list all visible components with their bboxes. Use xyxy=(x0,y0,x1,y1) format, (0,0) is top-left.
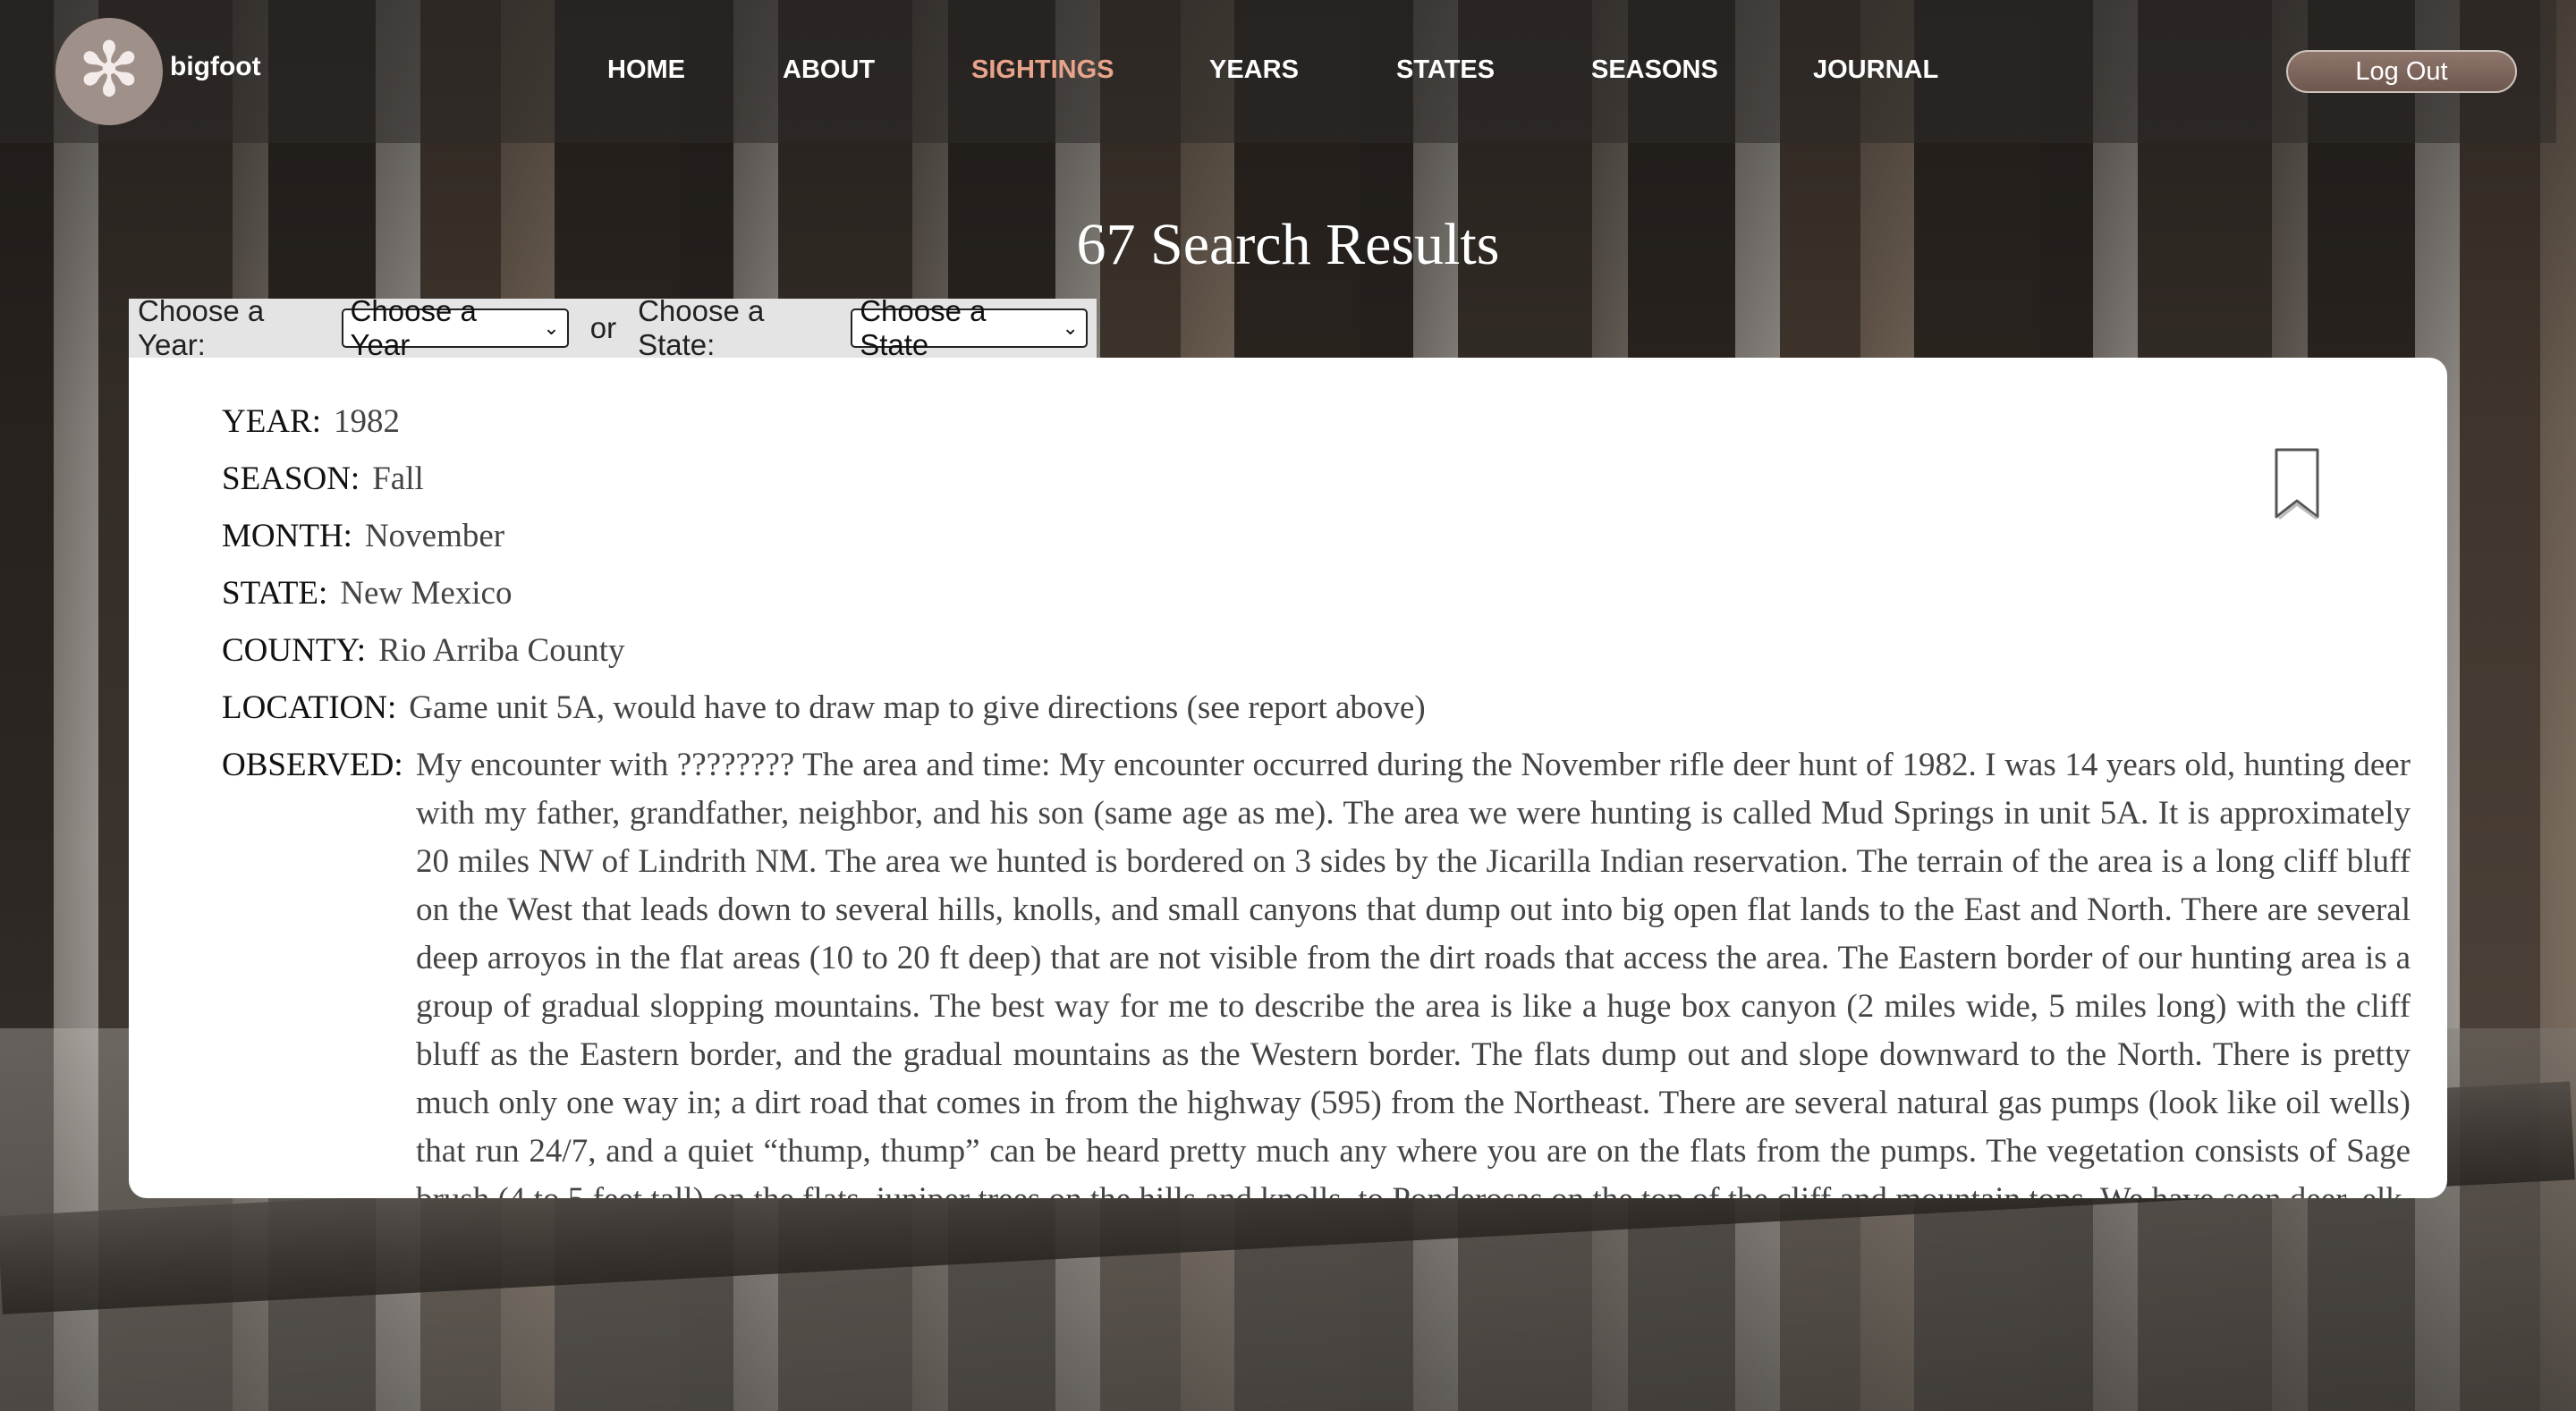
season-label: SEASON: xyxy=(222,460,360,497)
observed-text: My encounter with ???????? The area and … xyxy=(416,747,2411,1198)
county-value: Rio Arriba County xyxy=(378,632,625,669)
state-label: STATE: xyxy=(222,575,328,612)
chevron-down-icon: ⌄ xyxy=(1062,317,1079,339)
year-value: 1982 xyxy=(334,403,400,440)
location-label: LOCATION: xyxy=(222,689,397,726)
month-field: MONTH: November xyxy=(222,508,2413,565)
state-field: STATE: New Mexico xyxy=(222,565,2413,622)
state-select[interactable]: Choose a State ⌄ xyxy=(851,294,1088,361)
logout-button[interactable]: Log Out xyxy=(2286,50,2517,93)
nav-seasons[interactable]: SEASONS xyxy=(1591,55,1718,85)
snowflake-star-icon[interactable]: ✻ xyxy=(55,18,163,125)
year-field: YEAR: 1982 xyxy=(222,393,2413,451)
nav-sightings[interactable]: SIGHTINGS xyxy=(971,55,1114,85)
nav-home[interactable]: HOME xyxy=(607,55,685,85)
brand-name[interactable]: bigfoot xyxy=(170,52,261,82)
year-select-value: Choose a Year xyxy=(350,294,477,361)
nav-about[interactable]: ABOUT xyxy=(783,55,875,85)
nav-years[interactable]: YEARS xyxy=(1209,55,1299,85)
county-label: COUNTY: xyxy=(222,632,367,669)
state-value: New Mexico xyxy=(340,575,513,612)
month-label: MONTH: xyxy=(222,518,352,554)
year-select[interactable]: Choose a Year ⌄ xyxy=(341,294,569,361)
state-select-value: Choose a State xyxy=(860,294,987,361)
nav-states[interactable]: STATES xyxy=(1396,55,1495,85)
county-field: COUNTY: Rio Arriba County xyxy=(222,622,2413,680)
top-nav-bar: ✻ bigfoot HOME ABOUT SIGHTINGS YEARS STA… xyxy=(0,0,2556,143)
year-filter-label: Choose a Year: xyxy=(138,294,265,361)
sighting-report-card: YEAR: 1982 SEASON: Fall MONTH: November STA… xyxy=(129,358,2447,1198)
filter-bar: Choose a Year: Choose a Year ⌄ or Choose… xyxy=(129,294,1097,361)
chevron-down-icon: ⌄ xyxy=(543,317,560,339)
or-separator: or xyxy=(589,311,617,344)
report-fields: YEAR: 1982 SEASON: Fall MONTH: November STA… xyxy=(222,393,2413,1198)
observed-label: OBSERVED: xyxy=(222,747,403,783)
location-field: LOCATION: Game unit 5A, would have to dra… xyxy=(222,680,2413,737)
month-value: November xyxy=(364,518,505,554)
observed-field: OBSERVED: My encounter with ???????? The… xyxy=(222,737,2413,1198)
results-title: 67 Search Results xyxy=(1076,212,1500,277)
nav-journal[interactable]: JOURNAL xyxy=(1813,55,1938,85)
season-value: Fall xyxy=(372,460,424,497)
season-field: SEASON: Fall xyxy=(222,451,2413,508)
state-filter-label: Choose a State: xyxy=(638,294,765,361)
location-value: Game unit 5A, would have to draw map to … xyxy=(409,689,1426,726)
year-label: YEAR: xyxy=(222,403,321,440)
